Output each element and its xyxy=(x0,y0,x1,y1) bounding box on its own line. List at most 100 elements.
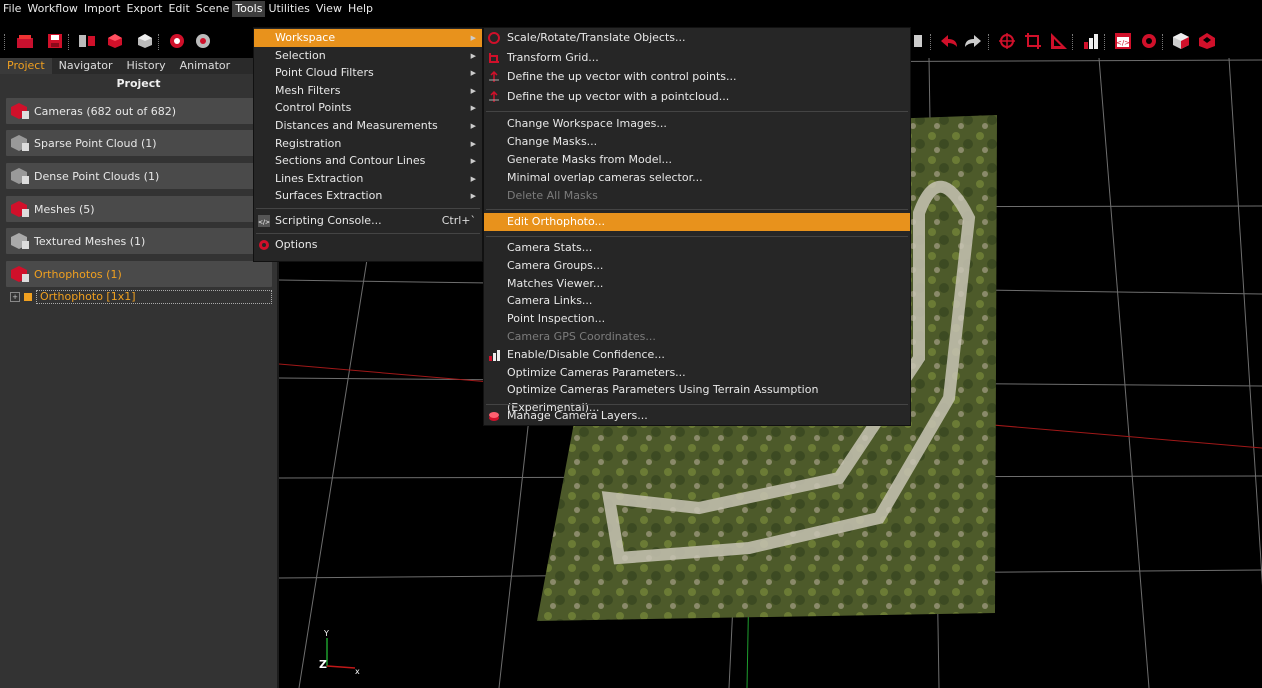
tools-item-scripting-console[interactable]: </> Scripting Console... Ctrl+` xyxy=(254,212,482,230)
tools-item-control-points[interactable]: Control Points ▶ xyxy=(254,99,482,117)
tools-item-lines-extraction[interactable]: Lines Extraction ▶ xyxy=(254,170,482,188)
ws-item-optimize-cameras-parameters-using-terrain-assumption-experimental[interactable]: Optimize Cameras Parameters Using Terrai… xyxy=(484,381,910,414)
tools-item-mesh-filters[interactable]: Mesh Filters ▶ xyxy=(254,82,482,100)
menu-edit[interactable]: Edit xyxy=(165,1,192,17)
ws-item-minimal-overlap-cameras-selector[interactable]: Minimal overlap cameras selector... xyxy=(484,169,910,187)
tools-menu: Workspace ▶ Selection ▶ Point Cloud Filters ▶… xyxy=(253,27,483,262)
panel-item-dense-point-clouds[interactable]: Dense Point Clouds (1) xyxy=(6,163,272,189)
tree-item-orthophoto[interactable]: + Orthophoto [1x1] xyxy=(10,290,272,304)
menu-item-label: Selection xyxy=(275,48,326,62)
redo-icon[interactable] xyxy=(962,30,984,52)
menu-export[interactable]: Export xyxy=(123,1,165,17)
menu-workflow[interactable]: Workflow xyxy=(24,1,81,17)
tools-item-point-cloud-filters[interactable]: Point Cloud Filters ▶ xyxy=(254,64,482,82)
submenu-arrow-icon: ▶ xyxy=(470,51,476,60)
textured-meshes-icon xyxy=(10,232,30,250)
save-icon[interactable] xyxy=(44,30,66,52)
menu-scene[interactable]: Scene xyxy=(193,1,233,17)
toolbar-separator xyxy=(1162,34,1165,50)
undo-icon[interactable] xyxy=(938,30,960,52)
toolbar-separator xyxy=(68,34,71,50)
menu-item-label: Distances and Measurements xyxy=(275,119,438,132)
chart-icon[interactable] xyxy=(1080,30,1102,52)
panel-item-orthophotos[interactable]: Orthophotos (1) xyxy=(6,261,272,287)
menu-item-label: Workspace xyxy=(275,31,336,44)
tab-animator[interactable]: Animator xyxy=(173,58,238,74)
logo-icon[interactable] xyxy=(1196,30,1218,52)
workspace-submenu: Scale/Rotate/Translate Objects... Transfo… xyxy=(483,27,911,426)
ws-item-scale-rotate-translate-objects[interactable]: Scale/Rotate/Translate Objects... xyxy=(484,29,910,47)
menu-file[interactable]: File xyxy=(0,1,24,17)
menu-separator xyxy=(486,209,908,210)
panel-item-cameras[interactable]: Cameras (682 out of 682) xyxy=(6,98,272,124)
toolbar-separator xyxy=(1104,34,1107,50)
point-cloud-icon[interactable] xyxy=(166,30,188,52)
ws-item-generate-masks-from-model[interactable]: Generate Masks from Model... xyxy=(484,151,910,169)
ruler-icon[interactable] xyxy=(1048,30,1070,52)
tools-item-surfaces-extraction[interactable]: Surfaces Extraction ▶ xyxy=(254,187,482,205)
ws-item-change-workspace-images[interactable]: Change Workspace Images... xyxy=(484,115,910,133)
new-project-icon[interactable] xyxy=(14,30,36,52)
tab-history[interactable]: History xyxy=(119,58,172,74)
ws-item-camera-groups[interactable]: Camera Groups... xyxy=(484,257,910,275)
dense-cloud-icon[interactable] xyxy=(192,30,214,52)
menu-item-label: Control Points xyxy=(275,101,352,115)
cube-icon[interactable] xyxy=(1170,30,1192,52)
toolbar-separator xyxy=(158,34,161,50)
ws-item-camera-stats[interactable]: Camera Stats... xyxy=(484,239,910,257)
menu-item-label: Scale/Rotate/Translate Objects... xyxy=(507,31,686,44)
camera-layers-icon xyxy=(488,410,500,422)
tools-item-distances-and-measurements[interactable]: Distances and Measurements ▶ xyxy=(254,117,482,135)
ws-item-point-inspection[interactable]: Point Inspection... xyxy=(484,310,910,328)
panel-item-textured-meshes[interactable]: Textured Meshes (1) xyxy=(6,228,272,254)
ws-item-matches-viewer[interactable]: Matches Viewer... xyxy=(484,275,910,293)
menu-separator xyxy=(486,111,908,112)
panel-item-meshes[interactable]: Meshes (5) xyxy=(6,196,272,222)
texture-icon[interactable] xyxy=(134,30,156,52)
expand-icon[interactable]: + xyxy=(10,292,20,302)
panel-item-sparse-point-cloud[interactable]: Sparse Point Cloud (1) xyxy=(6,130,272,156)
settings-icon[interactable] xyxy=(1138,30,1160,52)
ws-item-camera-links[interactable]: Camera Links... xyxy=(484,292,910,310)
ws-item-define-the-up-vector-with-control-points[interactable]: Define the up vector with control points… xyxy=(484,68,910,86)
ws-item-edit-orthophoto[interactable]: Edit Orthophoto... xyxy=(484,213,910,231)
ws-item-define-the-up-vector-with-a-pointcloud[interactable]: Define the up vector with a pointcloud..… xyxy=(484,88,910,106)
toolbar-separator xyxy=(1072,34,1075,50)
menu-item-label: Change Workspace Images... xyxy=(507,117,667,130)
crop-icon[interactable] xyxy=(1022,30,1044,52)
tab-project[interactable]: Project xyxy=(0,58,52,74)
menu-item-label: Generate Masks from Model... xyxy=(507,153,673,166)
ws-item-manage-camera-layers[interactable]: Manage Camera Layers... xyxy=(484,407,910,425)
workflow-icon[interactable] xyxy=(76,30,98,52)
tools-item-options[interactable]: Options xyxy=(254,236,482,254)
console-icon: </> xyxy=(258,215,270,227)
mesh-icon[interactable] xyxy=(104,30,126,52)
menu-item-label: Mesh Filters xyxy=(275,83,341,97)
submenu-arrow-icon: ▶ xyxy=(470,104,476,113)
toolbar-separator xyxy=(4,34,7,50)
menu-item-label: Manage Camera Layers... xyxy=(507,409,648,423)
menu-item-label: Camera GPS Coordinates... xyxy=(507,330,656,343)
rotate-icon[interactable] xyxy=(996,30,1018,52)
tools-item-workspace[interactable]: Workspace ▶ xyxy=(254,29,482,47)
panel-item-label: Textured Meshes (1) xyxy=(34,234,146,248)
menu-item-label: Edit Orthophoto... xyxy=(507,215,606,228)
tools-item-selection[interactable]: Selection ▶ xyxy=(254,47,482,65)
menu-tools[interactable]: Tools xyxy=(232,1,266,17)
console-icon[interactable]: </> xyxy=(1112,30,1134,52)
menu-view[interactable]: View xyxy=(313,1,345,17)
ws-item-enable-disable-confidence[interactable]: Enable/Disable Confidence... xyxy=(484,346,910,364)
submenu-arrow-icon: ▶ xyxy=(470,157,476,166)
tools-item-sections-and-contour-lines[interactable]: Sections and Contour Lines ▶ xyxy=(254,152,482,170)
menu-item-label: Camera Stats... xyxy=(507,241,593,254)
submenu-arrow-icon: ▶ xyxy=(470,122,476,130)
ws-item-transform-grid[interactable]: Transform Grid... xyxy=(484,49,910,67)
tools-item-registration[interactable]: Registration ▶ xyxy=(254,135,482,153)
menu-utilities[interactable]: Utilities xyxy=(265,1,312,17)
tab-navigator[interactable]: Navigator xyxy=(52,58,120,74)
ws-item-change-masks[interactable]: Change Masks... xyxy=(484,133,910,151)
menu-help[interactable]: Help xyxy=(345,1,376,17)
menu-import[interactable]: Import xyxy=(81,1,124,17)
ws-item-optimize-cameras-parameters[interactable]: Optimize Cameras Parameters... xyxy=(484,364,910,382)
menu-item-label: Registration xyxy=(275,136,342,150)
